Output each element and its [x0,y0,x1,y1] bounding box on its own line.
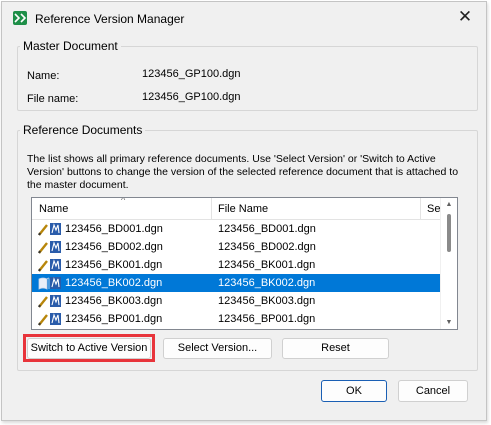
column-header-se[interactable]: Se [427,203,440,215]
scrollbar-thumb[interactable] [447,214,451,252]
row-name: 123456_BD002.dgn [65,241,163,253]
master-document-group: Master Document Name: 123456_GP100.dgn F… [17,39,478,111]
master-name-value: 123456_GP100.dgn [142,68,241,80]
table-row[interactable]: 123456_BK003.dgn 123456_BK003.dgn [32,292,441,310]
list-rows: 123456_BD001.dgn 123456_BD001.dgn 123456… [32,220,441,328]
switch-to-active-version-button[interactable]: Switch to Active Version [27,338,151,359]
column-divider[interactable] [211,198,212,219]
column-divider[interactable] [420,198,421,219]
table-row[interactable]: 123456_BD002.dgn 123456_BD002.dgn [32,238,441,256]
row-name: 123456_BK001.dgn [65,259,163,271]
book-reference-icon [38,276,62,290]
row-file-name: 123456_BP001.dgn [218,313,316,325]
table-row-selected[interactable]: 123456_BK002.dgn 123456_BK002.dgn [32,274,441,292]
table-row[interactable]: 123456_BD001.dgn 123456_BD001.dgn [32,220,441,238]
row-file-name: 123456_BK001.dgn [218,259,316,271]
row-name: 123456_BP001.dgn [65,313,163,325]
reset-button[interactable]: Reset [282,338,389,359]
reference-description: The list shows all primary reference doc… [27,153,459,191]
row-file-name: 123456_BD002.dgn [218,241,316,253]
ok-button[interactable]: OK [321,380,387,402]
cancel-button[interactable]: Cancel [398,380,468,402]
row-file-name: 123456_BD001.dgn [218,223,316,235]
list-header: ^ Name File Name Se [32,198,442,220]
pencil-reference-icon [38,312,62,326]
scroll-up-arrow-icon[interactable]: ▲ [441,201,457,208]
column-header-name[interactable]: Name [39,203,68,215]
reference-version-manager-dialog: Reference Version Manager ✕ Master Docum… [1,1,487,421]
master-file-label: File name: [27,93,79,105]
column-header-file-name[interactable]: File Name [218,203,268,215]
pencil-reference-icon [38,240,62,254]
row-name: 123456_BK003.dgn [65,295,163,307]
table-row[interactable]: 123456_BP001.dgn 123456_BP001.dgn [32,310,441,328]
scroll-down-arrow-icon[interactable]: ▼ [441,319,457,326]
reference-documents-legend: Reference Documents [23,123,143,137]
pencil-reference-icon [38,258,62,272]
row-file-name: 123456_BK003.dgn [218,295,316,307]
row-name: 123456_BD001.dgn [65,223,163,235]
app-logo-icon [13,11,27,25]
master-file-value: 123456_GP100.dgn [142,91,241,103]
row-file-name: 123456_BK002.dgn [218,277,316,289]
title-bar[interactable]: Reference Version Manager ✕ [2,2,486,33]
pencil-reference-icon [38,294,62,308]
sort-ascending-icon: ^ [121,197,126,205]
window-title: Reference Version Manager [35,12,185,26]
row-name: 123456_BK002.dgn [65,277,163,289]
vertical-scrollbar[interactable]: ▲ ▼ [440,198,457,329]
close-button[interactable]: ✕ [452,6,478,28]
reference-list[interactable]: ^ Name File Name Se 123456_BD001.dgn 123… [31,197,458,330]
table-row[interactable]: 123456_BK001.dgn 123456_BK001.dgn [32,256,441,274]
select-version-button[interactable]: Select Version... [163,338,272,359]
master-document-legend: Master Document [23,39,118,53]
master-name-label: Name: [27,70,60,82]
pencil-reference-icon [38,222,62,236]
